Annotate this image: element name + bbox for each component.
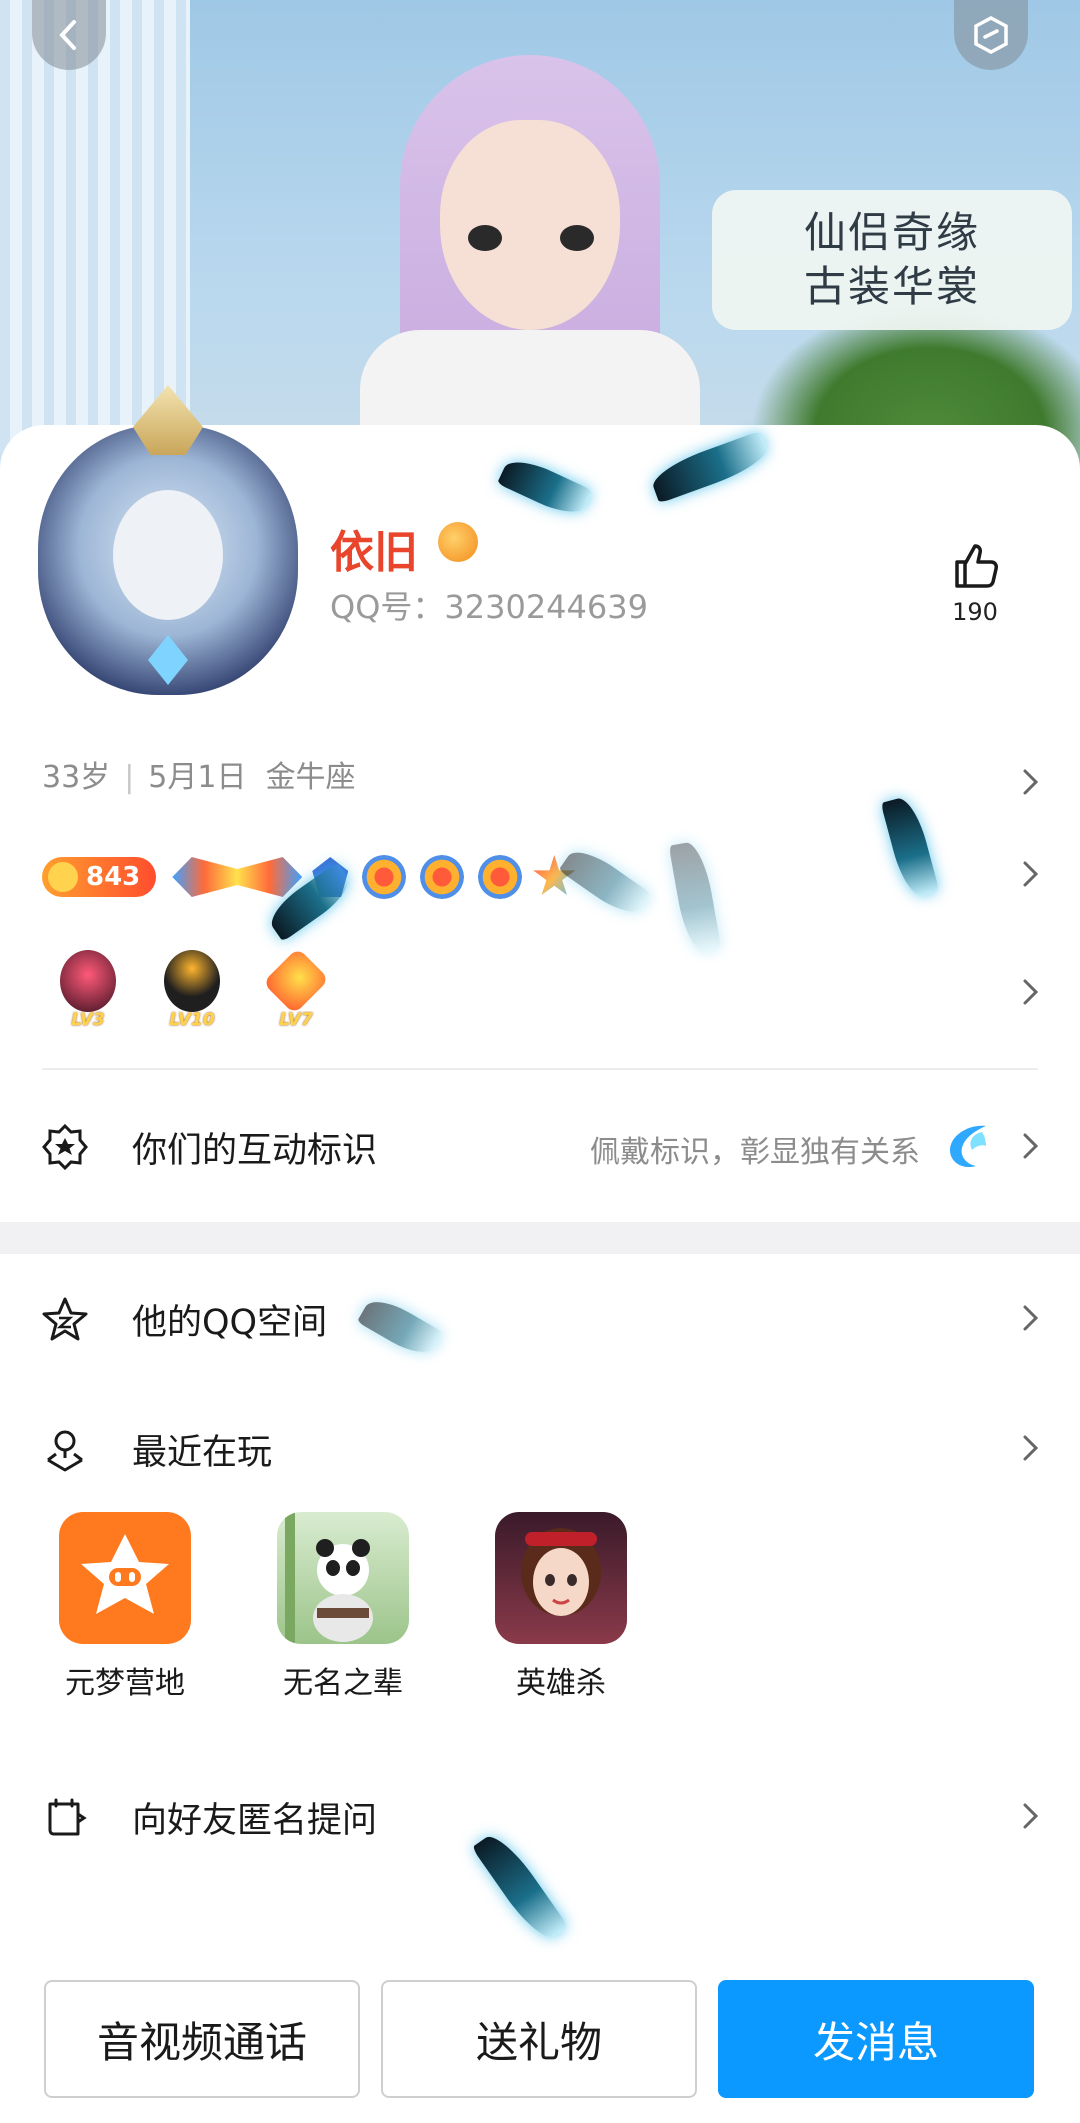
hero-portrait-icon <box>495 1512 627 1644</box>
sun-badge-icon <box>420 855 465 899</box>
wing-badge-icon <box>172 857 303 897</box>
recent-apps: 元梦营地 无名之辈 英雄杀 <box>50 1512 704 1702</box>
app-name: 无名之辈 <box>283 1666 403 1701</box>
av-call-button[interactable]: 音视频通话 <box>44 1980 360 2098</box>
interaction-mark-hint: 佩戴标识，彰显独有关系 <box>590 1135 920 1170</box>
like-button[interactable]: 190 <box>940 540 1010 626</box>
level-label: LV10 <box>169 1010 215 1030</box>
anonymous-ask-row[interactable]: 向好友匿名提问 <box>0 1766 1080 1866</box>
app-item[interactable]: 无名之辈 <box>268 1512 418 1702</box>
age: 33岁 <box>42 760 111 795</box>
panda-icon <box>277 1512 409 1644</box>
nickname: 依旧 <box>330 527 418 578</box>
character-eye <box>560 225 594 251</box>
chevron-right-icon[interactable] <box>1016 860 1044 888</box>
ad-line-1: 仙侣奇缘 <box>803 208 980 257</box>
app-name: 英雄杀 <box>516 1666 606 1701</box>
app-name: 元梦营地 <box>65 1666 185 1701</box>
star-face-icon <box>59 1512 191 1644</box>
coin-count: 843 <box>86 862 141 892</box>
basic-info[interactable]: 33岁 | 5月1日 金牛座 <box>42 752 356 796</box>
recent-play-row[interactable]: 最近在玩 <box>0 1398 1080 1498</box>
level-flame-icon <box>60 950 116 1012</box>
ad-line-2: 古装华裳 <box>803 262 980 311</box>
anonymous-ask-label: 向好友匿名提问 <box>132 1801 378 1841</box>
app-item[interactable]: 英雄杀 <box>486 1512 636 1702</box>
send-message-button[interactable]: 发消息 <box>718 1980 1034 2098</box>
divider <box>42 1068 1038 1070</box>
coin-badge: 843 <box>42 857 157 897</box>
level-badge: LV7 <box>256 947 336 1030</box>
avatar-character-face <box>440 120 620 330</box>
character-eye <box>468 225 502 251</box>
hexagon-minus-icon <box>974 16 1008 54</box>
qzone-label: 他的QQ空间 <box>132 1303 328 1343</box>
chevron-right-icon[interactable] <box>1016 768 1044 796</box>
chevron-right-icon <box>1016 1304 1044 1332</box>
chevron-right-icon[interactable] <box>1016 978 1044 1006</box>
level-badge: LV10 <box>152 950 232 1030</box>
level-badges[interactable]: LV3 LV10 LV7 <box>48 947 360 1030</box>
sun-badge-icon <box>362 855 407 899</box>
vip-fish-icon[interactable] <box>438 522 478 562</box>
wave-mark-icon <box>950 1125 986 1168</box>
info-separator: | <box>124 760 135 795</box>
qq-number: QQ号：3230244639 <box>330 588 648 626</box>
qzone-star-icon <box>42 1296 88 1342</box>
qzone-row[interactable]: 他的QQ空间 <box>0 1268 1080 1368</box>
chevron-right-icon <box>1016 1802 1044 1830</box>
interaction-mark-row[interactable]: 你们的互动标识 佩戴标识，彰显独有关系 <box>0 1096 1080 1196</box>
like-count: 190 <box>952 598 998 626</box>
zodiac: 金牛座 <box>265 760 356 795</box>
profile-avatar[interactable] <box>18 385 318 715</box>
interaction-mark-label: 你们的互动标识 <box>132 1131 378 1171</box>
chevron-left-icon <box>59 20 76 50</box>
level-label: LV3 <box>71 1010 105 1030</box>
bottom-action-bar: 音视频通话 送礼物 发消息 <box>0 1960 1080 2123</box>
app-item[interactable]: 元梦营地 <box>50 1512 200 1702</box>
coin-icon <box>48 862 78 892</box>
thumbs-up-icon <box>955 544 998 588</box>
sun-badge-icon <box>478 855 523 899</box>
location-pin-icon <box>42 1426 88 1472</box>
avatar-face <box>113 490 223 620</box>
section-gap <box>0 1222 1080 1254</box>
level-penguin-icon <box>164 950 220 1012</box>
level-label: LV7 <box>279 1010 313 1030</box>
star-badge-outline-icon <box>42 1123 88 1171</box>
recent-play-label: 最近在玩 <box>132 1433 273 1473</box>
level-lightning-icon <box>262 947 330 1015</box>
question-box-icon <box>42 1794 88 1840</box>
chevron-right-icon <box>1016 1132 1044 1160</box>
send-gift-button[interactable]: 送礼物 <box>381 1980 697 2098</box>
chevron-right-icon <box>1016 1434 1044 1462</box>
birthday: 5月1日 <box>148 760 247 795</box>
level-badge: LV3 <box>48 950 128 1030</box>
banner-ad-bubble[interactable]: 仙侣奇缘 古装华裳 <box>712 190 1072 330</box>
